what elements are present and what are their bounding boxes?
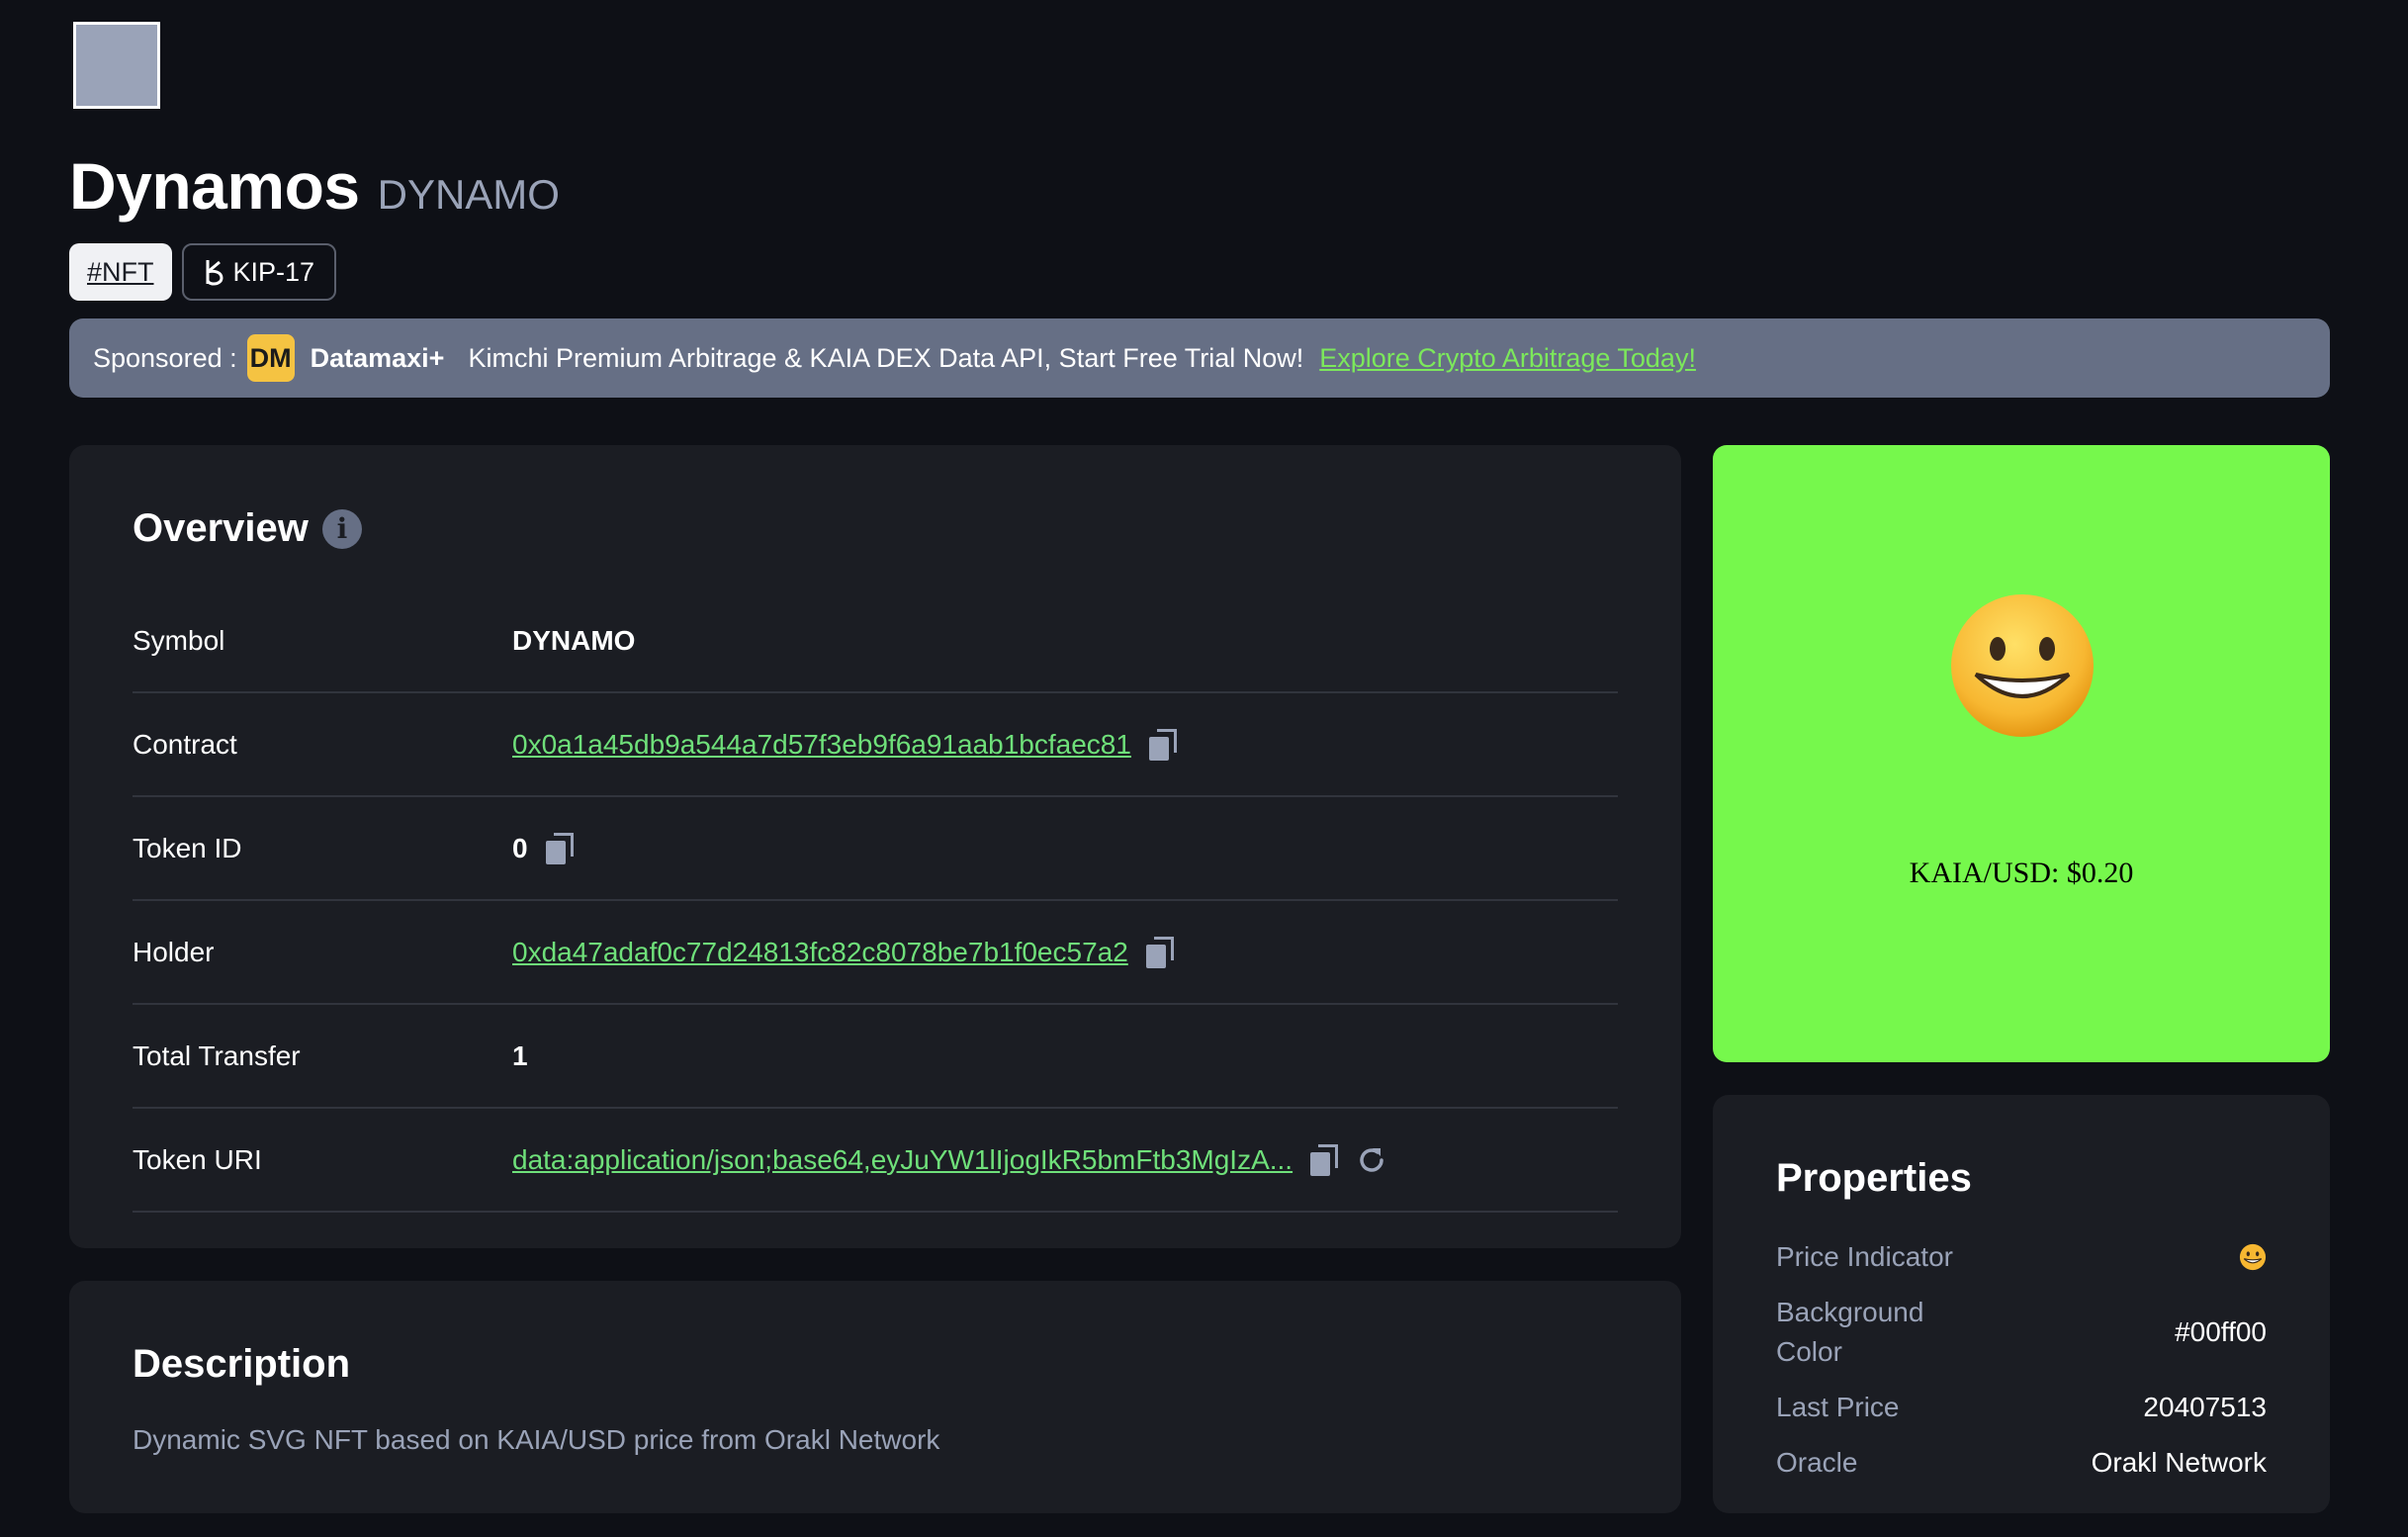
property-row: Oracle Orakl Network (1776, 1435, 2267, 1491)
tag-list: #NFT KIP-17 (69, 243, 337, 301)
row-value: DYNAMO (512, 625, 635, 657)
page-symbol: DYNAMO (377, 171, 560, 218)
copy-icon[interactable] (1148, 728, 1177, 761)
overview-title: Overview (133, 506, 309, 550)
kaia-icon (206, 260, 223, 286)
sponsor-link[interactable]: Explore Crypto Arbitrage Today! (1319, 343, 1696, 374)
property-value: Orakl Network (2091, 1447, 2267, 1478)
overview-row-contract: Contract 0x0a1a45db9a544a7d57f3eb9f6a91a… (133, 693, 1618, 797)
info-icon[interactable]: i (321, 508, 362, 549)
token-uri-link[interactable]: data:application/json;base64,eyJuYW1lIjo… (512, 1144, 1293, 1176)
row-value: 0x0a1a45db9a544a7d57f3eb9f6a91aab1bcfaec… (512, 728, 1177, 761)
copy-icon[interactable] (1145, 936, 1174, 968)
overview-heading: Overview i (133, 506, 362, 551)
property-label: Last Price (1776, 1392, 1900, 1422)
property-row: Last Price 20407513 (1776, 1380, 2267, 1435)
properties-panel: Properties Price Indicator Background Co… (1713, 1095, 2330, 1513)
overview-row-total-transfer: Total Transfer 1 (133, 1005, 1618, 1109)
row-label: Token ID (133, 832, 242, 863)
row-label: Contract (133, 728, 237, 760)
properties-list: Price Indicator Background Color #00ff00… (1776, 1229, 2267, 1491)
kip-tag: KIP-17 (181, 243, 337, 301)
refresh-icon[interactable] (1356, 1144, 1387, 1176)
page-title: Dynamos (69, 149, 360, 223)
page-header: Dynamos DYNAMO (69, 148, 560, 224)
row-label: Total Transfer (133, 1040, 301, 1071)
property-value: #00ff00 (2175, 1316, 2267, 1347)
description-panel: Description Dynamic SVG NFT based on KAI… (69, 1281, 1681, 1513)
token-id-value: 0 (512, 832, 528, 863)
description-text: Dynamic SVG NFT based on KAIA/USD price … (133, 1424, 940, 1455)
total-transfer-value: 1 (512, 1040, 528, 1071)
sponsor-prefix: Sponsored : (93, 342, 237, 373)
sponsor-banner: Sponsored : DM Datamaxi+ Kimchi Premium … (69, 318, 2330, 398)
kip-tag-label: KIP-17 (232, 256, 315, 287)
overview-panel: Overview i Symbol DYNAMO Contract 0x0a1a… (69, 445, 1681, 1248)
holder-link[interactable]: 0xda47adaf0c77d24813fc82c8078be7b1f0ec57… (512, 937, 1128, 968)
overview-row-holder: Holder 0xda47adaf0c77d24813fc82c8078be7b… (133, 901, 1618, 1005)
copy-icon[interactable] (1310, 1143, 1339, 1176)
nft-preview-image: KAIA/USD: $0.20 (1713, 445, 2330, 1062)
copy-icon[interactable] (545, 832, 574, 864)
property-value: 20407513 (2143, 1392, 2267, 1422)
row-value: 0 (512, 832, 574, 864)
sponsor-text: Kimchi Premium Arbitrage & KAIA DEX Data… (468, 342, 1304, 373)
property-label: Price Indicator (1776, 1241, 1953, 1272)
property-row: Background Color #00ff00 (1776, 1285, 2267, 1380)
nft-tag[interactable]: #NFT (69, 243, 172, 301)
row-value: 1 (512, 1040, 528, 1072)
row-value: data:application/json;base64,eyJuYW1lIjo… (512, 1143, 1387, 1176)
grinning-face-icon (1951, 594, 2094, 737)
properties-title: Properties (1776, 1156, 1972, 1200)
description-title: Description (133, 1342, 351, 1386)
overview-row-token-id: Token ID 0 (133, 797, 1618, 901)
overview-row-token-uri: Token URI data:application/json;base64,e… (133, 1109, 1618, 1213)
property-label: Background Color (1776, 1297, 1924, 1367)
collection-logo (73, 22, 160, 109)
row-label: Symbol (133, 624, 225, 656)
row-label: Holder (133, 936, 215, 967)
preview-price: KAIA/USD: $0.20 (1909, 857, 2134, 889)
symbol-value: DYNAMO (512, 624, 636, 656)
property-label: Oracle (1776, 1447, 1858, 1478)
row-label: Token URI (133, 1143, 262, 1175)
overview-row-symbol: Symbol DYNAMO (133, 589, 1618, 693)
grinning-face-icon (2239, 1243, 2267, 1271)
contract-link[interactable]: 0x0a1a45db9a544a7d57f3eb9f6a91aab1bcfaec… (512, 729, 1131, 761)
property-row: Price Indicator (1776, 1229, 2267, 1285)
sponsor-brand: Datamaxi+ (310, 342, 445, 373)
row-value: 0xda47adaf0c77d24813fc82c8078be7b1f0ec57… (512, 936, 1174, 968)
datamaxi-logo-icon: DM (246, 334, 295, 382)
overview-rows: Symbol DYNAMO Contract 0x0a1a45db9a544a7… (133, 589, 1618, 1213)
